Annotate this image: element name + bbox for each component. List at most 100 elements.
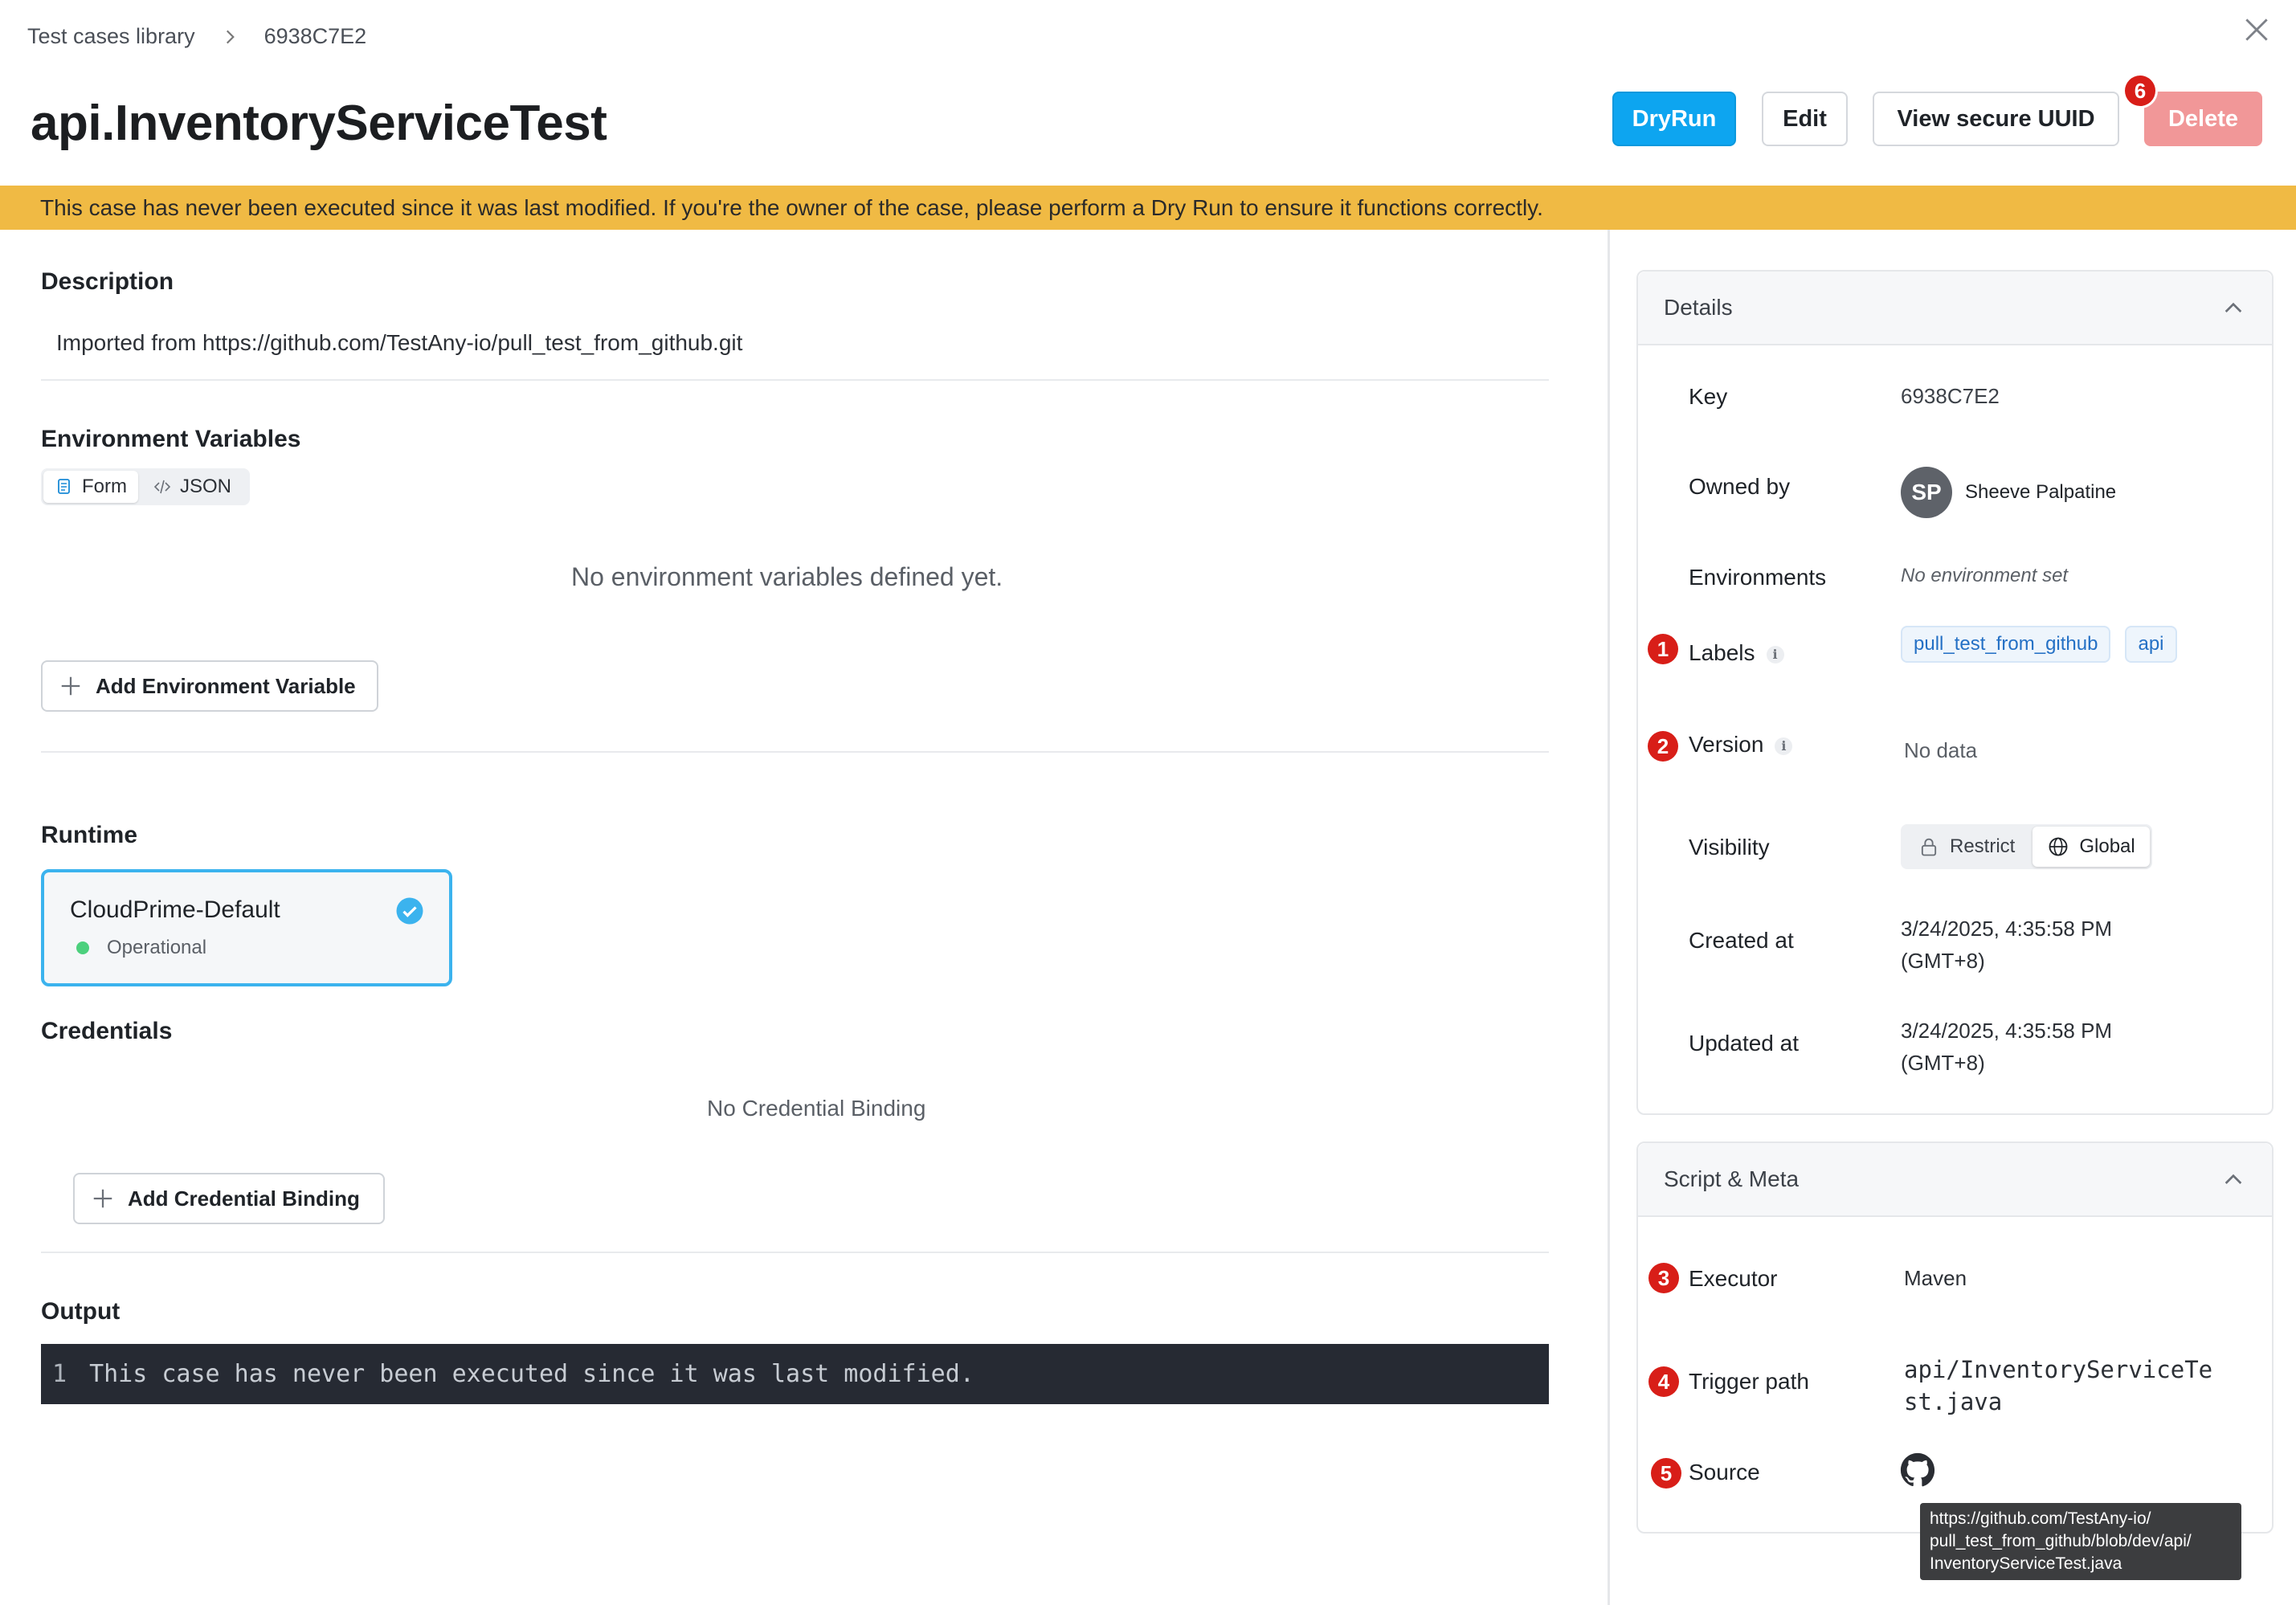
script-meta-panel-header[interactable]: Script & Meta xyxy=(1638,1143,2272,1217)
source-label: Source xyxy=(1689,1460,1760,1485)
env-vars-heading: Environment Variables xyxy=(41,426,301,452)
divider xyxy=(41,751,1549,753)
tab-form[interactable]: Form xyxy=(43,471,138,503)
edit-button[interactable]: Edit xyxy=(1762,92,1848,146)
tab-form-label: Form xyxy=(82,476,127,497)
visibility-global-label: Global xyxy=(2079,835,2135,857)
updated-label: Updated at xyxy=(1689,1031,1799,1056)
annotation-marker-6: 6 xyxy=(2125,76,2155,106)
labels-label: Labels i xyxy=(1689,640,1784,666)
dryrun-button[interactable]: DryRun xyxy=(1612,92,1736,146)
avatar: SP xyxy=(1901,467,1952,518)
version-value: No data xyxy=(1904,738,1978,762)
description-text: Imported from https://github.com/TestAny… xyxy=(56,330,743,355)
executor-value: Maven xyxy=(1904,1266,1967,1290)
runtime-heading: Runtime xyxy=(41,822,137,848)
tooltip-line: https://github.com/TestAny-io/ xyxy=(1930,1509,2151,1528)
runtime-status: Operational xyxy=(76,937,206,959)
breadcrumb-current: 6938C7E2 xyxy=(264,24,367,48)
annotation-marker-4: 4 xyxy=(1648,1366,1679,1397)
form-icon xyxy=(58,479,70,494)
created-value: 3/24/2025, 4:35:58 PM (GMT+8) xyxy=(1901,913,2112,977)
owner: SP Sheeve Palpatine xyxy=(1901,467,2116,518)
code-icon xyxy=(153,480,171,494)
add-credential-binding-button[interactable]: Add Credential Binding xyxy=(73,1173,385,1224)
delete-button[interactable]: Delete xyxy=(2144,92,2262,146)
annotation-marker-2: 2 xyxy=(1648,731,1678,762)
key-value: 6938C7E2 xyxy=(1901,384,2000,408)
env-vars-empty-text: No environment variables defined yet. xyxy=(571,562,1003,591)
trigger-path-line-1: api/InventoryServiceTe xyxy=(1904,1356,2213,1383)
updated-value: 3/24/2025, 4:35:58 PM (GMT+8) xyxy=(1901,1015,2112,1079)
label-tag[interactable]: api xyxy=(2125,626,2177,663)
created-value-tz: (GMT+8) xyxy=(1901,949,1985,973)
chevron-up-icon[interactable] xyxy=(2220,1167,2246,1193)
annotation-marker-5: 5 xyxy=(1651,1458,1681,1489)
tab-json-label: JSON xyxy=(180,476,232,497)
annotation-marker-3: 3 xyxy=(1648,1263,1679,1293)
runtime-name: CloudPrime-Default xyxy=(70,896,280,923)
labels-list: pull_test_from_github api xyxy=(1901,626,2177,663)
add-credential-binding-label: Add Credential Binding xyxy=(128,1186,360,1211)
updated-value-date: 3/24/2025, 4:35:58 PM xyxy=(1901,1019,2113,1043)
visibility-option-global[interactable]: Global xyxy=(2032,827,2150,867)
environments-label: Environments xyxy=(1689,565,1827,590)
warning-banner: This case has never been executed since … xyxy=(0,186,2296,230)
visibility-label: Visibility xyxy=(1689,835,1770,860)
details-panel-header[interactable]: Details xyxy=(1638,272,2272,345)
visibility-option-restrict[interactable]: Restrict xyxy=(1903,827,2029,867)
script-meta-panel-title: Script & Meta xyxy=(1664,1166,1800,1191)
trigger-path-line-2: st.java xyxy=(1904,1388,2003,1415)
tooltip-line: InventoryServiceTest.java xyxy=(1930,1554,2122,1573)
annotation-marker-1: 1 xyxy=(1648,634,1678,664)
created-label: Created at xyxy=(1689,928,1794,953)
executor-label: Executor xyxy=(1689,1266,1778,1291)
trigger-path-value: api/InventoryServiceTe st.java xyxy=(1904,1354,2212,1418)
runtime-status-label: Operational xyxy=(107,937,207,958)
trigger-path-label: Trigger path xyxy=(1689,1369,1809,1394)
details-panel-title: Details xyxy=(1664,295,1733,320)
credentials-heading: Credentials xyxy=(41,1018,173,1044)
visibility-restrict-label: Restrict xyxy=(1950,835,2016,857)
env-view-toggle: Form JSON xyxy=(41,468,250,505)
updated-value-tz: (GMT+8) xyxy=(1901,1051,1985,1075)
labels-label-text: Labels xyxy=(1689,640,1755,665)
info-icon[interactable]: i xyxy=(1775,737,1793,755)
chevron-up-icon[interactable] xyxy=(2220,296,2246,321)
page-title: api.InventoryServiceTest xyxy=(31,96,607,151)
info-icon[interactable]: i xyxy=(1766,645,1784,664)
add-env-var-button[interactable]: Add Environment Variable xyxy=(41,660,378,712)
view-secure-uuid-button[interactable]: View secure UUID xyxy=(1873,92,2119,146)
visibility-toggle: Restrict Global xyxy=(1901,824,2152,869)
runtime-card[interactable]: CloudPrime-Default Operational xyxy=(41,869,452,986)
close-icon[interactable] xyxy=(2241,14,2272,45)
tab-json[interactable]: JSON xyxy=(141,471,243,503)
version-label: Version i xyxy=(1689,732,1793,758)
key-label: Key xyxy=(1689,384,1728,409)
output-console: 1 This case has never been executed sinc… xyxy=(41,1344,1549,1404)
globe-icon xyxy=(2049,837,2068,856)
plus-icon xyxy=(61,676,80,696)
chevron-right-icon xyxy=(226,30,235,43)
owner-label: Owned by xyxy=(1689,474,1791,499)
owner-name: Sheeve Palpatine xyxy=(1965,481,2117,503)
lock-icon xyxy=(1921,838,1937,856)
plus-icon xyxy=(93,1189,112,1208)
breadcrumb-root-link[interactable]: Test cases library xyxy=(27,24,195,49)
output-heading: Output xyxy=(41,1298,121,1325)
credentials-empty-text: No Credential Binding xyxy=(707,1096,926,1121)
tooltip-line: pull_test_from_github/blob/dev/api/ xyxy=(1930,1532,2192,1550)
output-line-number: 1 xyxy=(52,1360,67,1388)
source-url-tooltip: https://github.com/TestAny-io/ pull_test… xyxy=(1920,1503,2241,1580)
divider xyxy=(41,1252,1549,1253)
divider xyxy=(41,379,1549,381)
panel-divider xyxy=(1608,230,1610,1605)
created-value-date: 3/24/2025, 4:35:58 PM xyxy=(1901,917,2113,941)
environments-value: No environment set xyxy=(1901,565,2069,586)
description-heading: Description xyxy=(41,268,174,295)
label-tag[interactable]: pull_test_from_github xyxy=(1901,626,2111,663)
add-env-var-label: Add Environment Variable xyxy=(96,673,356,698)
breadcrumb: Test cases library 6938C7E2 xyxy=(27,24,366,49)
version-label-text: Version xyxy=(1689,732,1764,757)
github-icon[interactable] xyxy=(1900,1452,1935,1488)
